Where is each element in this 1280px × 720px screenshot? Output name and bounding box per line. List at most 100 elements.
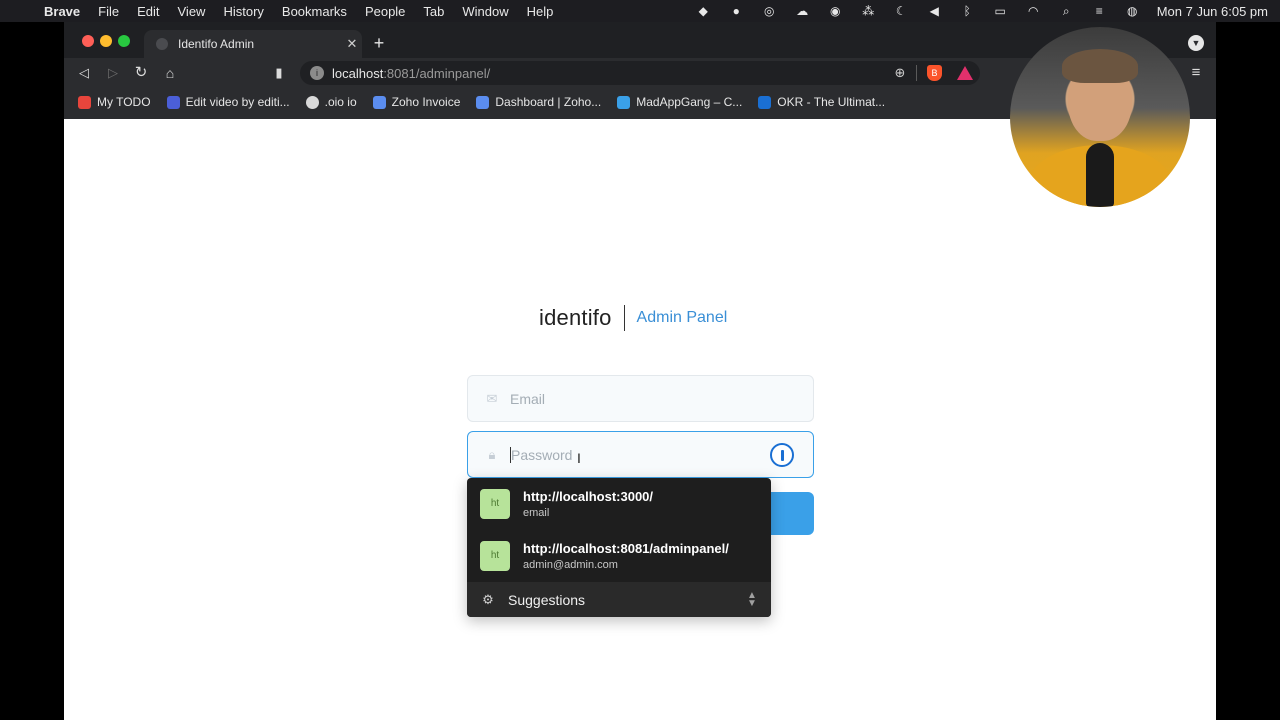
tab-title: Identifo Admin	[178, 37, 255, 51]
creative-cloud-icon[interactable]: ◎	[753, 4, 786, 18]
bookmark-label: MadAppGang – C...	[636, 95, 743, 109]
suggestion-username: admin@admin.com	[523, 558, 618, 571]
chat-icon[interactable]: ◉	[819, 4, 852, 18]
menubar-clock[interactable]: Mon 7 Jun 6:05 pm	[1149, 4, 1280, 19]
zoom-magnifier-icon[interactable]: ⊕	[892, 65, 908, 81]
bookmark-favicon-icon	[476, 95, 490, 109]
bookmark-item[interactable]: OKR - The Ultimat...	[750, 95, 893, 109]
microphone-icon	[1086, 143, 1114, 207]
spotlight-search-icon[interactable]: ⌕	[1050, 4, 1083, 19]
app-status-icon[interactable]: ◆	[687, 4, 720, 18]
reload-icon[interactable]: ↻	[132, 64, 150, 82]
brand-logo: identifo	[539, 305, 612, 330]
volume-icon[interactable]: ◀	[918, 4, 951, 18]
suggestion-username: email	[523, 506, 550, 519]
wifi-icon[interactable]: ◠	[1017, 4, 1050, 18]
bookmark-label: Edit video by editi...	[185, 95, 290, 109]
bookmark-favicon-icon	[617, 95, 631, 109]
webcam-overlay	[1010, 27, 1190, 207]
bookmark-item[interactable]: Dashboard | Zoho...	[468, 95, 609, 109]
moon-icon[interactable]: ☾	[885, 4, 918, 18]
brave-shields-icon[interactable]: B	[927, 65, 942, 81]
tab-search-chevron-icon[interactable]: ▼	[1188, 35, 1204, 51]
menu-app-name[interactable]: Brave	[40, 4, 89, 19]
menu-view[interactable]: View	[169, 4, 215, 19]
menu-window[interactable]: Window	[453, 4, 517, 19]
tab-close-icon[interactable]: ✕	[342, 36, 362, 52]
password-manager-icon[interactable]	[770, 443, 794, 467]
battery-icon[interactable]: ▭	[984, 4, 1017, 18]
menu-tab[interactable]: Tab	[414, 4, 453, 19]
bluetooth-icon[interactable]: ᛒ	[951, 4, 984, 18]
menu-history[interactable]: History	[214, 4, 272, 19]
url-host: localhost	[332, 65, 384, 81]
bookmark-favicon-icon	[305, 95, 319, 109]
brand-divider	[623, 305, 625, 331]
brand-header: identifo Admin Panel	[539, 302, 727, 334]
new-tab-plus-icon[interactable]: +	[370, 33, 388, 53]
window-zoom-button[interactable]	[118, 35, 130, 47]
bookmark-favicon-icon	[372, 95, 386, 109]
password-input[interactable]	[511, 446, 751, 463]
bookmark-icon[interactable]: ▮	[270, 64, 288, 82]
bookmark-item[interactable]: My TODO	[64, 95, 159, 109]
menu-edit[interactable]: Edit	[128, 4, 168, 19]
status-area: ◆ ● ◎ ☁ ◉ ⁂ ☾ ◀ ᛒ ▭ ◠ ⌕ ≡ ◍ Mon 7 Jun 6:…	[687, 0, 1280, 22]
bookmark-item[interactable]: Zoho Invoice	[365, 95, 469, 109]
suggestion-url: http://localhost:8081/adminpanel/	[523, 540, 729, 556]
bookmark-favicon-icon	[78, 95, 91, 109]
control-center-icon[interactable]: ≡	[1083, 4, 1116, 18]
autofill-suggestion[interactable]: ht http://localhost:8081/adminpanel/ adm…	[467, 530, 771, 582]
drop-icon[interactable]: ●	[720, 4, 753, 18]
suggestions-footer[interactable]: ⚙ Suggestions ▲ ▼	[467, 582, 771, 617]
macos-menu-bar: Brave File Edit View History Bookmarks P…	[0, 0, 1280, 22]
tab-identifo-admin[interactable]: Identifo Admin ✕	[144, 30, 362, 58]
bookmark-item[interactable]: .oio io	[298, 95, 365, 109]
lock-icon: 🔒︎	[488, 446, 496, 462]
home-icon[interactable]: ⌂	[161, 64, 179, 82]
site-badge-icon: ht	[480, 541, 510, 571]
suggestion-url: http://localhost:3000/	[523, 488, 654, 504]
bookmark-item[interactable]: Edit video by editi...	[159, 95, 298, 109]
email-input[interactable]	[510, 390, 750, 407]
bookmark-label: My TODO	[97, 95, 151, 109]
email-field[interactable]: ✉	[467, 375, 814, 422]
suggestions-gear-icon: ⚙	[482, 591, 494, 607]
expand-chevron-icon[interactable]: ▲ ▼	[745, 590, 759, 608]
autofill-dropdown: ht http://localhost:3000/ email ht http:…	[467, 478, 771, 617]
forward-arrow-icon[interactable]: ▷	[104, 64, 122, 82]
translate-icon[interactable]: ⁂	[852, 4, 885, 18]
browser-menu-icon[interactable]: ≡	[1188, 65, 1204, 81]
address-bar[interactable]: i localhost:8081/adminpanel/	[300, 61, 980, 85]
url-path: :8081/adminpanel/	[383, 65, 491, 81]
toolbar-divider	[916, 65, 917, 81]
menu-file[interactable]: File	[89, 4, 128, 19]
brand-subtitle: Admin Panel	[636, 309, 728, 326]
password-field[interactable]: 🔒︎	[467, 431, 814, 478]
back-arrow-icon[interactable]: ◁	[75, 64, 93, 82]
window-close-button[interactable]	[82, 35, 94, 47]
menu-people[interactable]: People	[356, 4, 414, 19]
bookmark-favicon-icon	[758, 95, 772, 109]
site-badge-icon: ht	[480, 489, 510, 519]
bookmark-label: Zoho Invoice	[391, 95, 461, 109]
window-minimize-button[interactable]	[100, 35, 112, 47]
bookmark-item[interactable]: MadAppGang – C...	[609, 95, 750, 109]
autofill-suggestion[interactable]: ht http://localhost:3000/ email	[467, 478, 771, 530]
menu-help[interactable]: Help	[518, 4, 563, 19]
ibeam-cursor-icon: I	[577, 450, 581, 466]
bookmark-label: Dashboard | Zoho...	[495, 95, 602, 109]
suggestions-label: Suggestions	[508, 591, 586, 608]
site-info-icon[interactable]: i	[310, 66, 324, 80]
menu-bookmarks[interactable]: Bookmarks	[273, 4, 356, 19]
password-manager-keyhole	[780, 449, 784, 461]
webcam-hair	[1062, 49, 1138, 83]
login-submit-button[interactable]	[767, 492, 814, 535]
bookmark-label: OKR - The Ultimat...	[777, 95, 886, 109]
brave-rewards-icon[interactable]	[957, 66, 973, 80]
siri-icon[interactable]: ◍	[1116, 4, 1149, 18]
bookmark-favicon-icon	[166, 95, 180, 109]
tab-favicon-icon	[156, 38, 168, 50]
cloud-upload-icon[interactable]: ☁	[786, 4, 819, 18]
bookmark-label: .oio io	[324, 95, 357, 109]
